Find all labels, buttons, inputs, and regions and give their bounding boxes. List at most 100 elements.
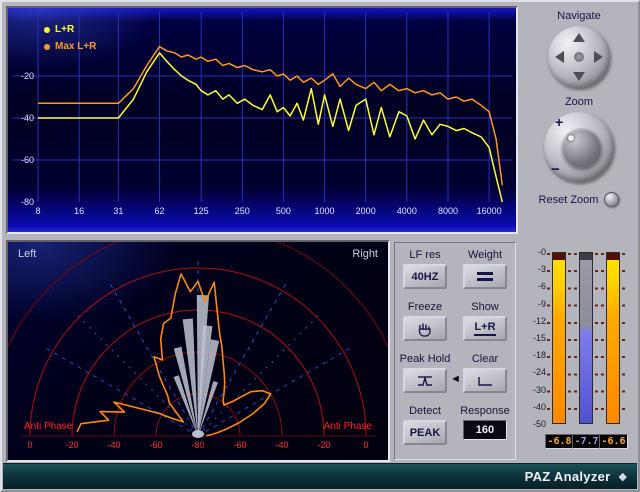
weight-icon bbox=[477, 272, 493, 281]
zoom-in-icon[interactable]: + bbox=[555, 114, 563, 130]
phase-right-label: Right bbox=[352, 248, 378, 260]
weight-label: Weight bbox=[468, 249, 502, 261]
meter-readout-left: -6.8 bbox=[545, 434, 574, 449]
show-label: Show bbox=[471, 301, 499, 313]
zoom-knob-handle[interactable] bbox=[561, 128, 601, 168]
spectrum-trace bbox=[38, 53, 502, 202]
peak-hold-icon bbox=[415, 374, 435, 388]
anti-phase-label-right: Anti Phase bbox=[324, 421, 372, 432]
meter-readout-right: -6.6 bbox=[599, 434, 628, 449]
phase-axis-label: -20 bbox=[317, 440, 330, 450]
lf-res-button[interactable]: 40HZ bbox=[403, 264, 447, 289]
phase-trace bbox=[77, 274, 271, 436]
meters-panel: -0-3-6-9-12-15-18-24-30-40-50 -6.8 -7.7 … bbox=[520, 242, 636, 460]
freq-axis-label: 2000 bbox=[356, 206, 376, 216]
phase-axis-label: 0 bbox=[363, 440, 368, 450]
navigate-pad[interactable] bbox=[548, 26, 610, 88]
meter-scale-label: -15 bbox=[520, 333, 546, 343]
meter-scale-label: -0 bbox=[520, 247, 546, 257]
clear-icon bbox=[475, 374, 495, 388]
navigate-left-icon[interactable] bbox=[555, 51, 564, 63]
controls-panel: LF res 40HZ Weight Freeze Show L+R Peak … bbox=[394, 242, 516, 460]
freq-axis-label: 1000 bbox=[315, 206, 335, 216]
meter-scale-label: -9 bbox=[520, 299, 546, 309]
clear-button[interactable] bbox=[463, 368, 507, 393]
collapse-arrow-icon[interactable]: ◄ bbox=[450, 373, 461, 385]
response-display[interactable]: 160 bbox=[463, 420, 507, 440]
freq-axis-label: 8 bbox=[35, 206, 40, 216]
freq-axis-label: 16 bbox=[74, 206, 84, 216]
phase-left-label: Left bbox=[18, 248, 36, 260]
navigate-label: Navigate bbox=[522, 10, 636, 22]
reset-zoom-label: Reset Zoom bbox=[539, 194, 599, 206]
meter-scale-label: -50 bbox=[520, 419, 546, 429]
navigate-right-icon[interactable] bbox=[594, 51, 603, 63]
lf-res-label: LF res bbox=[409, 249, 440, 261]
phase-center-glow bbox=[192, 430, 204, 438]
meter-scale-label: -24 bbox=[520, 367, 546, 377]
legend-color-dot bbox=[44, 27, 50, 33]
clear-label: Clear bbox=[472, 353, 498, 365]
detect-button[interactable]: PEAK bbox=[403, 420, 447, 445]
navigate-center-button[interactable] bbox=[574, 52, 584, 62]
phase-axis-label: -20 bbox=[65, 440, 78, 450]
meter-scale-label: -6 bbox=[520, 281, 546, 291]
spectrum-legend: L+R Max L+R bbox=[44, 24, 96, 52]
zoom-knob-marker bbox=[568, 135, 574, 141]
freq-axis-label: 31 bbox=[113, 206, 123, 216]
reset-zoom-button[interactable] bbox=[604, 192, 619, 207]
show-button[interactable]: L+R bbox=[463, 316, 507, 341]
lf-res-value: 40HZ bbox=[412, 271, 439, 283]
navigate-zoom-section: Navigate Zoom + − Reset Zoom bbox=[522, 6, 636, 238]
detect-value: PEAK bbox=[410, 427, 441, 439]
paz-analyzer-window: L+R Max L+R -20-40-60-80 816316212525050… bbox=[0, 0, 640, 492]
freq-axis-label: 125 bbox=[194, 206, 209, 216]
meter-scale-label: -18 bbox=[520, 350, 546, 360]
level-meter-right bbox=[606, 252, 620, 424]
legend-color-dot bbox=[44, 44, 50, 50]
plugin-title: PAZ Analyzer bbox=[525, 469, 611, 484]
freq-axis-label: 250 bbox=[235, 206, 250, 216]
freeze-button[interactable] bbox=[403, 316, 447, 341]
zoom-knob[interactable]: + − bbox=[544, 112, 614, 182]
weight-button[interactable] bbox=[463, 264, 507, 289]
peak-hold-label: Peak Hold bbox=[400, 353, 451, 365]
zoom-out-icon[interactable]: − bbox=[551, 161, 560, 178]
freq-axis-label: 8000 bbox=[438, 206, 458, 216]
phase-grid-radial bbox=[198, 312, 322, 436]
db-axis-label: -40 bbox=[12, 113, 34, 123]
phase-display: Left Right Anti Phase Anti Phase 0 -20 -40… bbox=[6, 240, 390, 462]
freeze-hand-icon bbox=[416, 321, 434, 337]
title-bar: PAZ Analyzer ◆ bbox=[3, 463, 637, 489]
meter-scale-label: -40 bbox=[520, 402, 546, 412]
phase-axis-label: -60 bbox=[233, 440, 246, 450]
freq-axis-label: 500 bbox=[276, 206, 291, 216]
response-value: 160 bbox=[476, 424, 494, 436]
legend-item-max-lr: Max L+R bbox=[44, 41, 96, 52]
anti-phase-label-left: Anti Phase bbox=[24, 421, 72, 432]
spectrum-trace bbox=[38, 47, 502, 186]
phase-axis-label: 0 bbox=[27, 440, 32, 450]
navigate-down-icon[interactable] bbox=[573, 72, 585, 81]
legend-label: L+R bbox=[55, 24, 74, 35]
navigate-up-icon[interactable] bbox=[573, 33, 585, 42]
meter-scale-label: -3 bbox=[520, 264, 546, 274]
db-axis-label: -60 bbox=[12, 155, 34, 165]
freeze-label: Freeze bbox=[408, 301, 442, 313]
spectrum-display: L+R Max L+R -20-40-60-80 816316212525050… bbox=[6, 6, 518, 234]
legend-item-lr: L+R bbox=[44, 24, 96, 35]
meter-fill bbox=[607, 253, 619, 423]
waves-logo-icon: ◆ bbox=[619, 470, 627, 483]
legend-label: Max L+R bbox=[55, 41, 96, 52]
freq-axis-label: 4000 bbox=[397, 206, 417, 216]
meter-scale-label: -30 bbox=[520, 385, 546, 395]
peak-hold-button[interactable] bbox=[403, 368, 447, 393]
phase-axis-label: -40 bbox=[107, 440, 120, 450]
level-meter-left bbox=[552, 252, 566, 424]
phase-grid-radial bbox=[110, 284, 198, 436]
meter-scale-label: -12 bbox=[520, 316, 546, 326]
phase-axis-label: -80 bbox=[191, 440, 204, 450]
meter-fill bbox=[553, 253, 565, 423]
zoom-label: Zoom bbox=[522, 96, 636, 108]
meter-readout-mid: -7.7 bbox=[572, 434, 601, 449]
